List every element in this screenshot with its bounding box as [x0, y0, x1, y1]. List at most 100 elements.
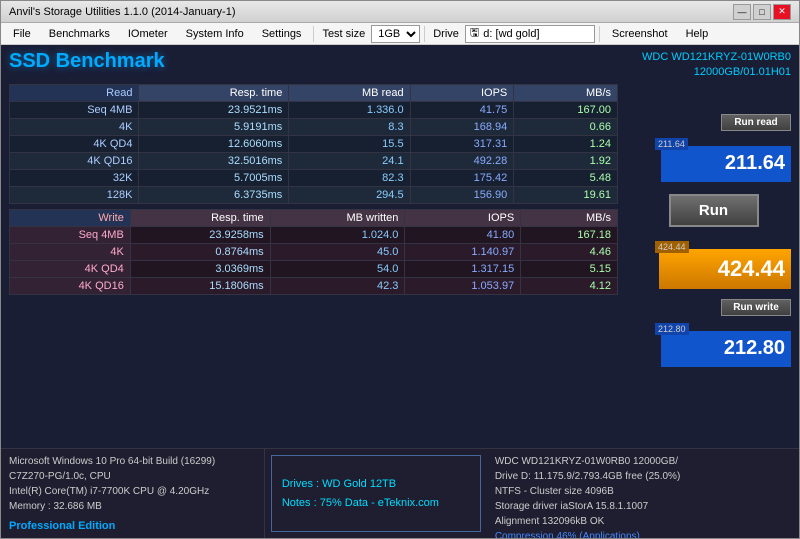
minimize-button[interactable]: — — [733, 4, 751, 20]
titlebar: Anvil's Storage Utilities 1.1.0 (2014-Ja… — [1, 1, 799, 23]
read-score-bg: 211.64 — [661, 146, 791, 182]
drive-value: d: [wd gold] — [483, 28, 539, 40]
write-col-mbs: MB/s — [521, 209, 618, 226]
right-line1: WDC WD121KRYZ-01W0RB0 12000GB/ — [495, 454, 791, 469]
menu-screenshot[interactable]: Screenshot — [604, 26, 676, 42]
main-content: SSD Benchmark WDC WD121KRYZ-01W0RB0 1200… — [1, 45, 799, 448]
run-button[interactable]: Run — [669, 194, 759, 227]
run-button-group: Run — [636, 194, 791, 227]
read-header-row: Read Resp. time MB read IOPS MB/s — [10, 84, 618, 101]
read-col-iops: IOPS — [410, 84, 514, 101]
row-name: Seq 4MB — [10, 101, 139, 118]
right-line2: Drive D: 11.175.9/2.793.4GB free (25.0%) — [495, 469, 791, 484]
window-controls: — □ ✕ — [733, 4, 791, 20]
drive-label: Drive — [429, 28, 463, 40]
row-name: 4K QD4 — [10, 135, 139, 152]
row-name: 128K — [10, 186, 139, 203]
row-iops: 492.28 — [410, 152, 514, 169]
write-header-row: Write Resp. time MB written IOPS MB/s — [10, 209, 618, 226]
divider1 — [313, 26, 314, 42]
right-line5: Alignment 132096kB OK — [495, 514, 791, 529]
right-line6: Compression 46% (Applications) — [495, 529, 791, 539]
total-score-display: 424.44 424.44 — [651, 239, 791, 289]
table-row: Seq 4MB 23.9521ms 1.336.0 41.75 167.00 — [10, 101, 618, 118]
table-row: 32K 5.7005ms 82.3 175.42 5.48 — [10, 169, 618, 186]
row-mb: 294.5 — [289, 186, 410, 203]
testsize-select[interactable]: 1GB — [371, 25, 420, 43]
total-score-label: 424.44 — [655, 241, 689, 253]
menu-sysinfo[interactable]: System Info — [178, 26, 252, 42]
menu-iometer[interactable]: IOmeter — [120, 26, 176, 42]
menu-help[interactable]: Help — [678, 26, 717, 42]
row-mb: 45.0 — [270, 243, 405, 260]
row-mbs: 4.12 — [521, 277, 618, 294]
row-mbs: 5.48 — [514, 169, 618, 186]
status-line3: Intel(R) Core(TM) i7-7700K CPU @ 4.20GHz — [9, 484, 256, 499]
write-score-bg: 212.80 — [661, 331, 791, 367]
table-row: 4K QD4 3.0369ms 54.0 1.317.15 5.15 — [10, 260, 618, 277]
total-score-bg: 424.44 — [659, 249, 791, 289]
row-name: 4K QD16 — [10, 152, 139, 169]
read-table: Read Resp. time MB read IOPS MB/s Seq 4M… — [9, 84, 618, 204]
tables-and-scores: Read Resp. time MB read IOPS MB/s Seq 4M… — [9, 84, 791, 367]
drive-select-box[interactable]: 🖫 d: [wd gold] — [465, 25, 595, 43]
divider2 — [424, 26, 425, 42]
compression-link[interactable]: Compression 46% (Applications) — [495, 531, 640, 539]
table-row: Seq 4MB 23.9258ms 1.024.0 41.80 167.18 — [10, 226, 618, 243]
read-col-mb: MB read — [289, 84, 410, 101]
read-score-group: Run read 211.64 211.64 — [636, 114, 791, 182]
testsize-label: Test size — [318, 28, 369, 40]
write-col-name: Write — [10, 209, 131, 226]
run-write-button[interactable]: Run write — [721, 299, 791, 316]
menu-benchmarks[interactable]: Benchmarks — [41, 26, 118, 42]
ssd-title: SSD Benchmark — [9, 50, 165, 73]
write-col-resp: Resp. time — [130, 209, 270, 226]
row-mb: 1.336.0 — [289, 101, 410, 118]
row-iops: 317.31 — [410, 135, 514, 152]
write-score-display: 212.80 212.80 — [651, 321, 791, 367]
row-resp: 3.0369ms — [130, 260, 270, 277]
status-center: Drives : WD Gold 12TB Notes : 75% Data -… — [271, 455, 481, 532]
row-name: 4K — [10, 118, 139, 135]
statusbar: Microsoft Windows 10 Pro 64-bit Build (1… — [1, 448, 799, 538]
menu-file[interactable]: File — [5, 26, 39, 42]
read-score-label: 211.64 — [655, 138, 688, 150]
row-iops: 41.80 — [405, 226, 521, 243]
run-read-button[interactable]: Run read — [721, 114, 791, 131]
row-name: 4K QD16 — [10, 277, 131, 294]
drive-line2: 12000GB/01.01H01 — [642, 65, 791, 80]
write-score-value: 212.80 — [724, 337, 785, 360]
row-mb: 82.3 — [289, 169, 410, 186]
row-mb: 24.1 — [289, 152, 410, 169]
read-col-mbs: MB/s — [514, 84, 618, 101]
close-button[interactable]: ✕ — [773, 4, 791, 20]
status-notes: Notes : 75% Data - eTeknix.com — [282, 494, 470, 513]
write-score-group: Run write 212.80 212.80 — [636, 299, 791, 367]
row-mbs: 0.66 — [514, 118, 618, 135]
row-name: Seq 4MB — [10, 226, 131, 243]
status-line2: C7Z270-PG/1.0c, CPU — [9, 469, 256, 484]
row-resp: 0.8764ms — [130, 243, 270, 260]
row-iops: 175.42 — [410, 169, 514, 186]
table-row: 128K 6.3735ms 294.5 156.90 19.61 — [10, 186, 618, 203]
row-mb: 1.024.0 — [270, 226, 405, 243]
row-name: 32K — [10, 169, 139, 186]
read-col-resp: Resp. time — [139, 84, 289, 101]
table-row: 4K 5.9191ms 8.3 168.94 0.66 — [10, 118, 618, 135]
scores-column: Run read 211.64 211.64 Run 424.44 — [626, 84, 791, 367]
app-window: Anvil's Storage Utilities 1.1.0 (2014-Ja… — [0, 0, 800, 539]
status-left: Microsoft Windows 10 Pro 64-bit Build (1… — [1, 449, 265, 538]
read-col-name: Read — [10, 84, 139, 101]
header-row: SSD Benchmark WDC WD121KRYZ-01W0RB0 1200… — [9, 50, 791, 81]
row-mb: 8.3 — [289, 118, 410, 135]
maximize-button[interactable]: □ — [753, 4, 771, 20]
row-resp: 5.9191ms — [139, 118, 289, 135]
menu-settings[interactable]: Settings — [254, 26, 310, 42]
window-title: Anvil's Storage Utilities 1.1.0 (2014-Ja… — [9, 6, 235, 18]
drive-info: WDC WD121KRYZ-01W0RB0 12000GB/01.01H01 — [642, 50, 791, 81]
row-resp: 23.9521ms — [139, 101, 289, 118]
total-score-value: 424.44 — [718, 256, 785, 282]
row-mbs: 5.15 — [521, 260, 618, 277]
row-mbs: 167.00 — [514, 101, 618, 118]
table-row: 4K 0.8764ms 45.0 1.140.97 4.46 — [10, 243, 618, 260]
